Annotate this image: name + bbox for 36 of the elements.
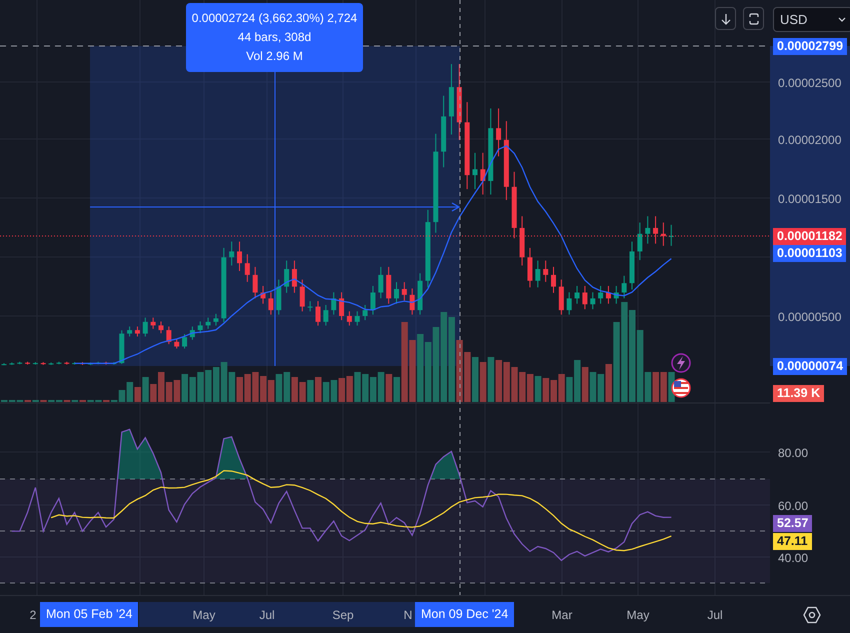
axis-label: 0.00001500: [778, 191, 842, 207]
tooltip-text: 0.00002724 (3,662.30%) 2,724: [192, 10, 358, 27]
axis-label: 40.00: [778, 550, 808, 566]
price-badge: 0.00002799: [773, 38, 848, 55]
axis-label: 60.00: [778, 498, 808, 514]
lightning-icon: [671, 353, 691, 373]
axis-label: Sep: [332, 607, 354, 623]
scroll-down-button[interactable]: [715, 7, 736, 30]
value-badge: 47.11: [773, 533, 812, 550]
scroll-down-icon: [720, 12, 732, 24]
axis-label: Jul: [707, 607, 723, 623]
axis-label: Mar: [552, 607, 572, 623]
price-badge: 0.00001182: [773, 228, 846, 245]
price-badge: 0.00001103: [773, 245, 846, 262]
axis-label: N: [404, 607, 412, 623]
axis-label: 0.00000500: [778, 309, 842, 325]
settings-icon[interactable]: [802, 605, 822, 625]
date-badge: Mon 05 Feb '24: [40, 602, 138, 627]
date-badge: Mon 09 Dec '24: [415, 602, 514, 627]
currency-select[interactable]: USD: [773, 7, 850, 32]
reset-icon: [748, 12, 760, 24]
value-badge: 52.57: [773, 515, 812, 532]
price-badge: 0.00000074: [773, 358, 848, 375]
axis-label: Jul: [259, 607, 275, 623]
caret-icon: [838, 16, 846, 22]
axis-label: May: [192, 607, 216, 623]
tooltip-text: Vol 2.96 M: [246, 48, 303, 65]
axis-label: 0.00002000: [778, 132, 842, 148]
axis-label: 80.00: [778, 445, 808, 461]
axis-label: 0.00002500: [778, 75, 842, 91]
flag-icon: [671, 378, 691, 398]
axis-label: May: [626, 607, 650, 623]
tooltip-text: 44 bars, 308d: [238, 29, 312, 46]
axis-label: 2: [30, 607, 36, 623]
reset-button[interactable]: [743, 7, 764, 30]
price-badge: 11.39 K: [773, 385, 824, 402]
